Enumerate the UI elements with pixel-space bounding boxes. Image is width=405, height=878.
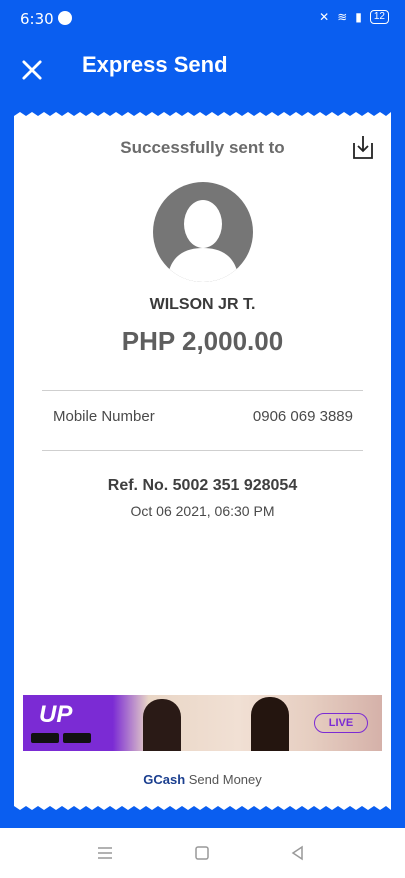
live-badge: LIVE [314, 713, 368, 733]
footer: GCash Send Money [14, 772, 391, 787]
divider [42, 390, 363, 391]
status-icons: ✕ ≋ ▮ 12 [319, 10, 389, 24]
mute-icon: ✕ [319, 10, 330, 24]
recipient-name: WILSON JR T. [149, 296, 256, 313]
receipt-card: Successfully sent to WILSON JR T. PHP 2,… [14, 120, 391, 804]
status-time: 6:30 [20, 10, 54, 28]
battery-indicator: 12 [369, 10, 389, 24]
ad-logo: UP [39, 701, 73, 728]
google-play-badge [63, 733, 91, 743]
close-icon[interactable] [18, 56, 46, 84]
ad-banner[interactable]: UP LIVE [23, 695, 382, 751]
ad-model-image [143, 699, 181, 751]
footer-text: Send Money [188, 772, 262, 787]
status-bar: 6:30 ✕ ≋ ▮ 12 [0, 0, 405, 36]
ad-model-image [251, 697, 289, 751]
app-header: Express Send [0, 36, 405, 106]
home-icon[interactable] [193, 844, 211, 862]
sent-title: Successfully sent to [120, 138, 285, 157]
signal-icon: ▮ [355, 10, 362, 24]
back-icon[interactable] [289, 844, 307, 862]
gcash-brand: GCash [143, 772, 186, 787]
reference-number: Ref. No. 5002 351 928054 [107, 477, 298, 494]
system-nav-bar [0, 828, 405, 878]
mobile-number-label: Mobile Number [53, 408, 155, 425]
amount-sent: PHP 2,000.00 [121, 326, 284, 356]
mobile-number-value: 0906 069 3889 [252, 408, 353, 425]
page-title: Express Send [82, 52, 228, 77]
avatar-icon [153, 182, 253, 282]
divider [42, 450, 363, 451]
menu-icon[interactable] [96, 844, 114, 862]
app-store-badge [31, 733, 59, 743]
receipt-bottom-edge [14, 800, 391, 810]
messenger-icon [58, 11, 72, 25]
download-icon[interactable] [351, 134, 375, 160]
transaction-date: Oct 06 2021, 06:30 PM [130, 503, 275, 519]
wifi-icon: ≋ [337, 10, 348, 24]
